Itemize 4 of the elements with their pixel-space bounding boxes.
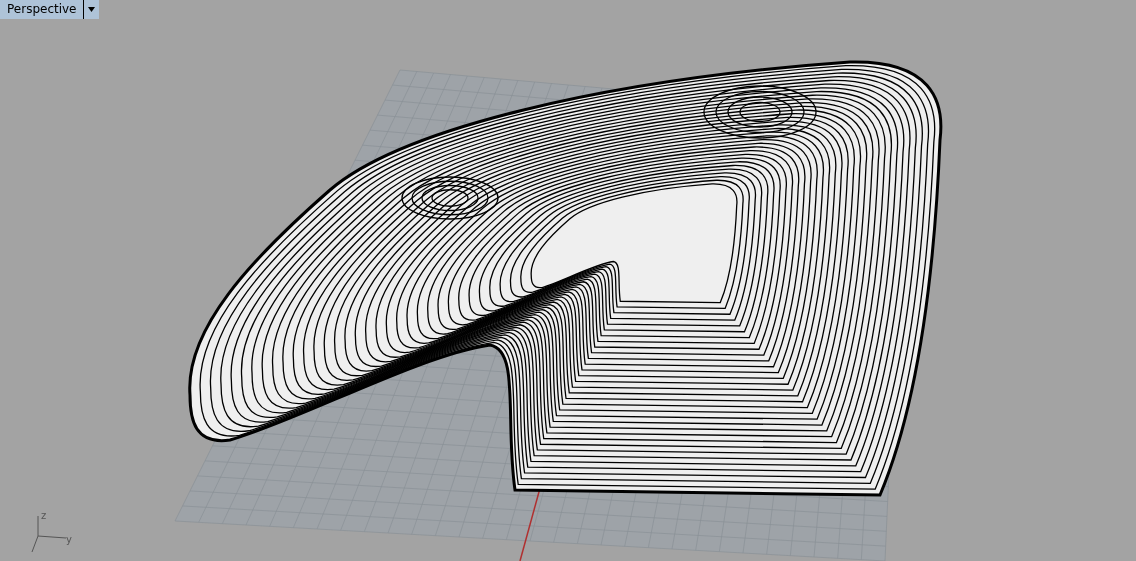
axis-label: y (66, 534, 72, 545)
viewport-tab[interactable]: Perspective (0, 0, 83, 19)
axis-label: z (41, 510, 47, 521)
caret-icon (87, 7, 95, 12)
